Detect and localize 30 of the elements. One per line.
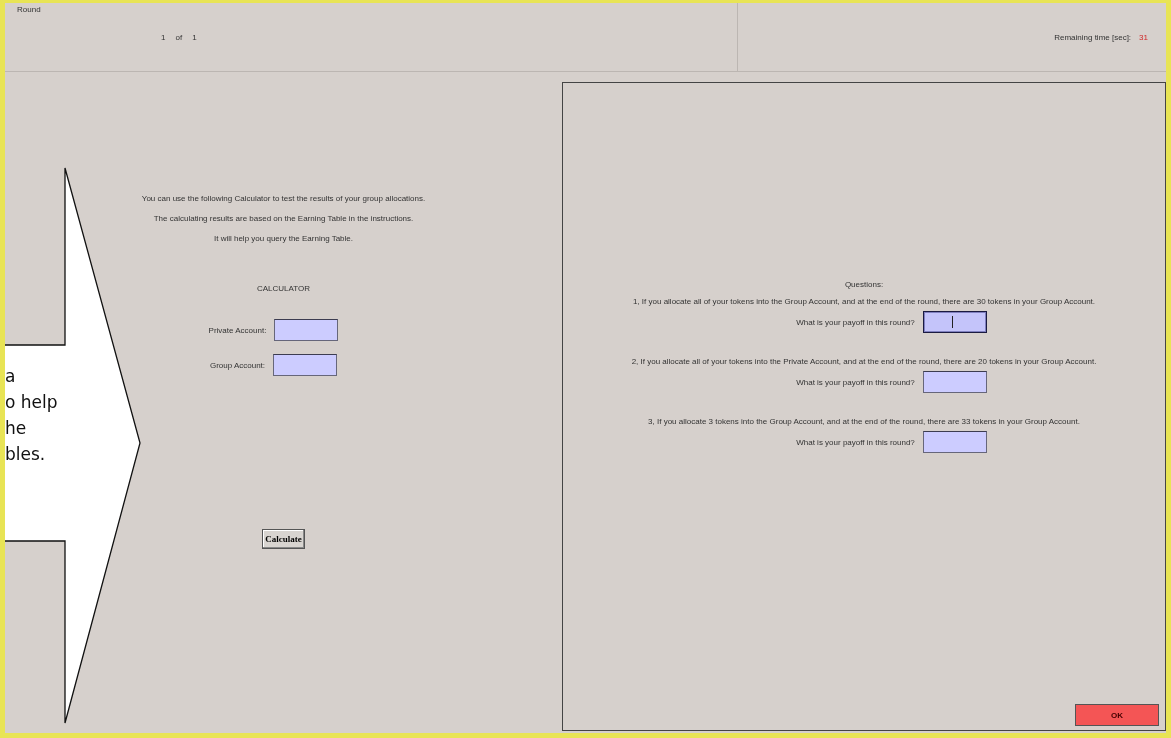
input-field[interactable]	[273, 354, 338, 376]
question-text: 1, If you allocate all of your tokens into the Group Account, and at the end of the round, there are 30 tokens in your Group Account.	[632, 297, 1096, 306]
answer-field[interactable]	[922, 371, 987, 393]
field-label: Private Account:	[208, 325, 267, 335]
field-label: Group Account:	[209, 360, 266, 370]
round-of-label: of	[175, 32, 183, 42]
answer-field[interactable]	[922, 311, 987, 333]
question-prompt: What is your payoff in this round?	[796, 317, 915, 327]
round-total: 1	[192, 32, 197, 42]
instruction-text: It will help you query the Earning Table.	[213, 234, 353, 243]
instruction-text: You can use the following Calculator to test the results of your group allocations.	[141, 194, 426, 203]
round-number: 1	[161, 32, 166, 42]
timer-value: 31	[1139, 32, 1148, 42]
ok-button[interactable]: OK	[1075, 704, 1159, 726]
callout-text: he	[5, 417, 28, 440]
panel-title: Round	[17, 5, 41, 14]
question-text: 3, If you allocate 3 tokens into the Group Account, and at the end of the round, there are 33 tokens in your Group Account.	[648, 417, 1080, 426]
question-prompt: What is your payoff in this round?	[796, 377, 915, 387]
timer-label: Remaining time [sec]:	[1054, 32, 1132, 42]
calculate-button[interactable]: Calculate	[262, 529, 305, 549]
callout-text: bles.	[5, 443, 47, 466]
answer-field[interactable]	[922, 431, 987, 453]
question-text: 2, If you allocate all of your tokens into the Private Account, and at the end of the round, there are 20 tokens in your Group Account.	[631, 357, 1097, 366]
questions-title: Questions:	[844, 280, 884, 289]
question-prompt: What is your payoff in this round?	[796, 437, 915, 447]
callout-text: a	[5, 365, 17, 388]
callout-text: o help	[5, 391, 58, 414]
instruction-text: The calculating results are based on the Earning Table in the instructions.	[153, 214, 414, 223]
input-field[interactable]	[274, 319, 339, 341]
calculator-title: CALCULATOR	[256, 284, 311, 293]
